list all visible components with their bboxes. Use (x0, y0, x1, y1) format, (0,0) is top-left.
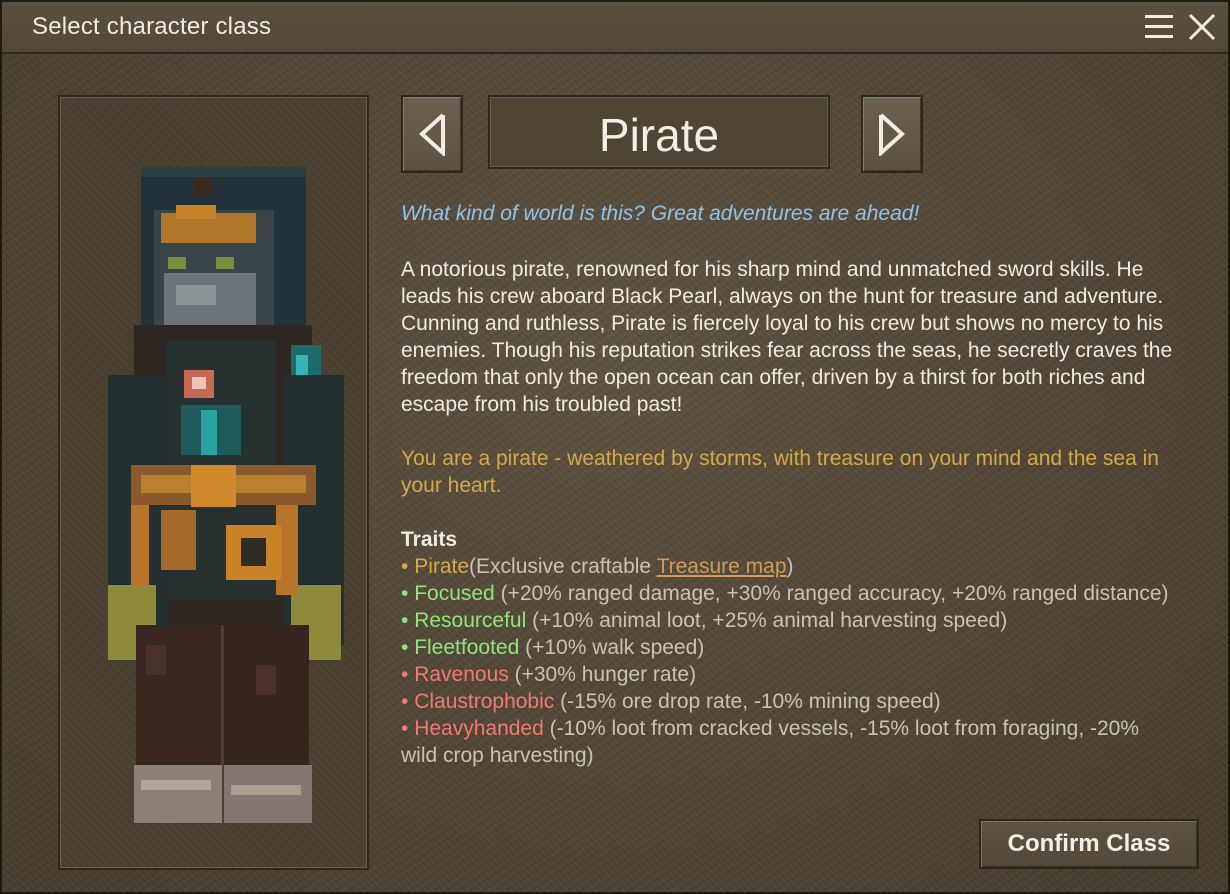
trait-bullet: • (401, 663, 415, 686)
trait-name: Focused (414, 582, 495, 605)
previous-class-button[interactable] (401, 95, 463, 173)
trait-bullet: • (401, 555, 415, 578)
trait-details: (+20% ranged damage, +30% ranged accurac… (494, 582, 1169, 605)
traits-heading: Traits (401, 528, 458, 551)
trait-name: Fleetfooted (414, 636, 520, 659)
chevron-left-icon (419, 113, 445, 156)
trait-bullet: • (401, 717, 415, 740)
trait-resourceful: • Resourceful (+10% animal loot, +25% an… (401, 607, 1176, 634)
treasure-map-link[interactable]: Treasure map (657, 555, 787, 578)
chevron-right-icon (879, 113, 905, 156)
class-name-display: Pirate (488, 95, 830, 169)
trait-name: Heavyhanded (414, 717, 544, 740)
next-class-button[interactable] (861, 95, 923, 173)
trait-details-tail: ) (786, 555, 794, 578)
trait-heavyhanded: • Heavyhanded (-10% loot from cracked ve… (401, 715, 1176, 769)
trait-details: (Exclusive craftable (469, 555, 657, 578)
character-preview-panel[interactable] (58, 95, 369, 870)
class-name: Pirate (598, 109, 720, 161)
trait-pirate: • Pirate(Exclusive craftable Treasure ma… (401, 553, 1176, 580)
trait-bullet: • (401, 609, 415, 632)
character-class-dialog: Select character class Pirate What kind … (0, 0, 1230, 894)
trait-claustrophobic: • Claustrophobic (-15% ore drop rate, -1… (401, 688, 1176, 715)
trait-name: Resourceful (414, 609, 527, 632)
trait-name: Pirate (414, 555, 470, 578)
close-icon[interactable] (1187, 12, 1217, 42)
class-description-text: A notorious pirate, renowned for his sha… (401, 258, 1173, 416)
class-description: What kind of world is this? Great advent… (401, 200, 1191, 769)
trait-bullet: • (401, 690, 415, 713)
trait-name: Ravenous (414, 663, 509, 686)
trait-details: (+10% walk speed) (519, 636, 705, 659)
trait-ravenous: • Ravenous (+30% hunger rate) (401, 661, 1176, 688)
trait-name: Claustrophobic (414, 690, 555, 713)
class-flavor-text: You are a pirate - weathered by storms, … (401, 447, 1159, 497)
title-bar: Select character class (2, 2, 1228, 54)
confirm-class-button[interactable]: Confirm Class (979, 819, 1199, 869)
character-model (108, 167, 344, 823)
trait-bullet: • (401, 636, 415, 659)
trait-details: (+30% hunger rate) (508, 663, 697, 686)
trait-fleetfooted: • Fleetfooted (+10% walk speed) (401, 634, 1176, 661)
class-tagline: What kind of world is this? Great advent… (401, 202, 920, 225)
hamburger-menu-icon[interactable] (1145, 14, 1173, 40)
trait-focused: • Focused (+20% ranged damage, +30% rang… (401, 580, 1176, 607)
trait-details: (-15% ore drop rate, -10% mining speed) (554, 690, 941, 713)
trait-details: (+10% animal loot, +25% animal harvestin… (526, 609, 1008, 632)
dialog-title: Select character class (32, 13, 272, 40)
trait-bullet: • (401, 582, 415, 605)
